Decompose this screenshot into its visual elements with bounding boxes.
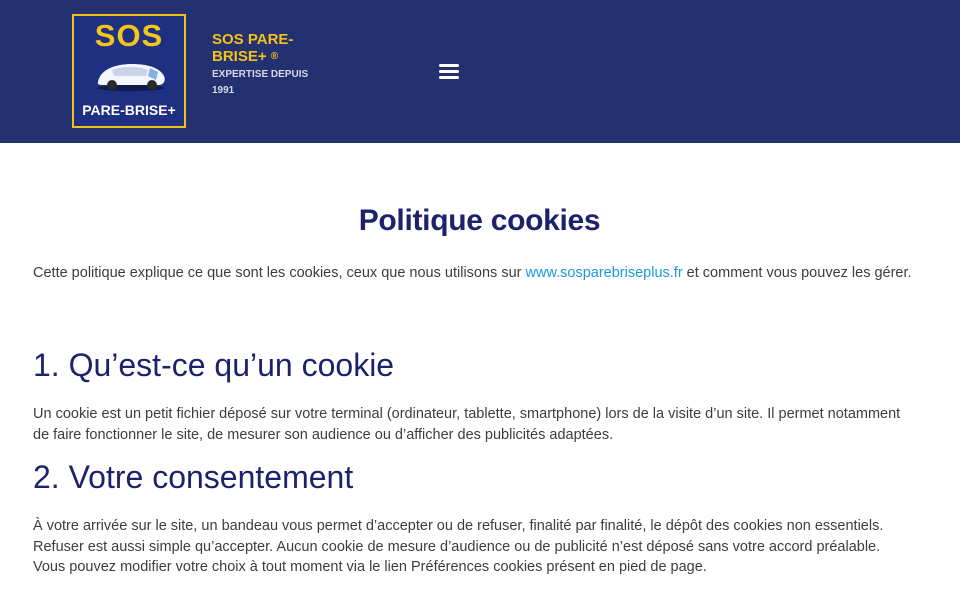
brand-block: SOS PARE-BRISE+ ® EXPERTISE DEPUIS 1991 bbox=[212, 31, 322, 99]
section-heading-1: 1. Qu’est-ce qu’un cookie bbox=[33, 347, 395, 383]
hamburger-icon bbox=[439, 63, 459, 67]
logo[interactable]: SOS PARE-BRISE+ bbox=[72, 14, 186, 128]
hamburger-icon bbox=[439, 75, 459, 79]
intro-text-end: et comment vous pouvez les gérer. bbox=[682, 265, 912, 281]
brand-name: SOS PARE-BRISE+ ® bbox=[212, 31, 322, 65]
brand-tagline: EXPERTISE DEPUIS 1991 bbox=[212, 69, 309, 96]
logo-top-text: SOS bbox=[94, 18, 164, 53]
hamburger-icon bbox=[439, 69, 459, 73]
section-text-1: Un cookie est un petit fichier déposé su… bbox=[33, 406, 901, 443]
logo-bottom-text: PARE-BRISE+ bbox=[82, 102, 176, 118]
intro-paragraph: Cette politique explique ce que sont les… bbox=[33, 263, 913, 284]
site-header: SOS PARE-BRISE+ SOS PARE-BRISE+ ® EXPERT… bbox=[0, 0, 960, 143]
section-text-2: À votre arrivée sur le site, un bandeau … bbox=[33, 518, 884, 575]
brand-name-text: SOS PARE-BRISE+ bbox=[212, 31, 294, 65]
site-link[interactable]: www.sosparebriseplus.fr bbox=[526, 265, 683, 281]
menu-button[interactable] bbox=[434, 56, 464, 86]
car-icon bbox=[97, 64, 165, 91]
intro-text-start: Cette politique explique ce que sont les… bbox=[33, 265, 526, 281]
registered-mark: ® bbox=[270, 51, 279, 62]
section-heading-2: 2. Votre consentement bbox=[33, 459, 354, 495]
page-title: Politique cookies bbox=[358, 204, 601, 237]
